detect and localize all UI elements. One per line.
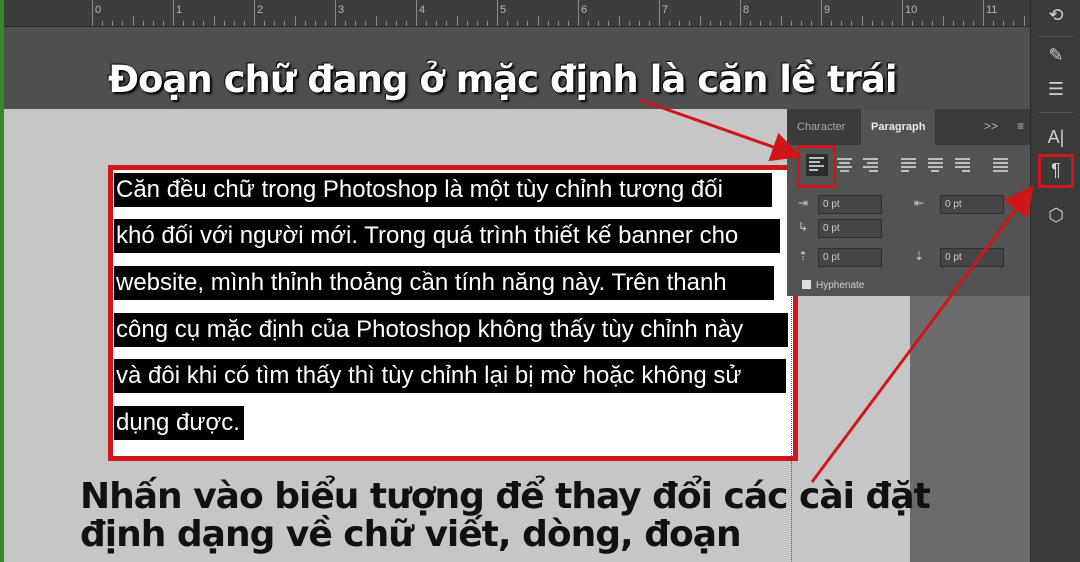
arrow-to-align-left (639, 98, 802, 162)
annotation-arrows (639, 98, 1034, 483)
arrow-to-paragraph-icon (810, 185, 1034, 483)
